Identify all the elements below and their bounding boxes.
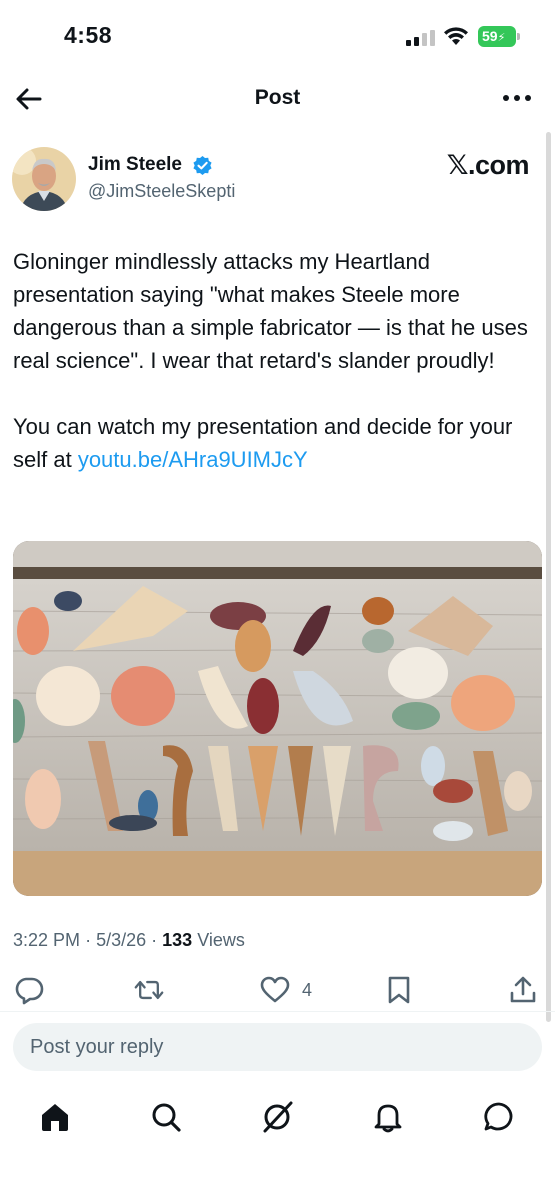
status-bar: 4:58 59⚡ [0, 0, 555, 70]
post-date: 5/3/26 [96, 930, 147, 950]
tab-search[interactable] [149, 1100, 183, 1134]
repost-button[interactable] [134, 972, 164, 1008]
x-logo: 𝕏 [446, 150, 469, 181]
author-handle[interactable]: @JimSteeleSkepti [88, 181, 235, 202]
post-text: Gloninger mindlessly attacks my Heartlan… [13, 245, 543, 476]
repost-icon [134, 980, 164, 1000]
share-icon [510, 976, 536, 1003]
search-icon [152, 1103, 181, 1132]
post-meta: 3:22 PM · 5/3/26 · 133 Views [13, 930, 245, 951]
nav-bar: Post [0, 70, 555, 128]
verified-badge-icon [193, 155, 212, 176]
wifi-icon [444, 27, 468, 45]
messages-icon [484, 1102, 513, 1131]
status-time: 4:58 [64, 22, 113, 48]
charging-bolt-icon: ⚡ [497, 32, 506, 44]
bookmark-button[interactable] [384, 972, 414, 1008]
like-icon [260, 976, 290, 1003]
more-icon[interactable] [501, 84, 533, 112]
home-icon [42, 1104, 68, 1131]
cellular-signal-icon [406, 30, 435, 46]
like-button[interactable]: 4 [260, 972, 312, 1008]
share-button[interactable] [508, 972, 538, 1008]
divider [0, 1011, 555, 1012]
scrollbar[interactable] [546, 132, 551, 1022]
meta-separator: · [85, 930, 92, 950]
views-label: Views [197, 930, 245, 950]
post-link[interactable]: youtu.be/AHra9UIMJcY [78, 447, 308, 472]
reply-button[interactable] [14, 972, 44, 1008]
post-image[interactable] [13, 541, 542, 896]
like-count: 4 [302, 979, 313, 1000]
post-paragraph-1: Gloninger mindlessly attacks my Heartlan… [13, 249, 534, 373]
tab-notifications[interactable] [371, 1100, 405, 1134]
page-title: Post [254, 86, 301, 109]
author-name[interactable]: Jim Steele [88, 154, 182, 176]
views-count: 133 [162, 930, 193, 950]
reply-icon [15, 977, 44, 1005]
bottom-tab-bar [0, 1090, 555, 1150]
post-time: 3:22 PM [13, 930, 81, 950]
reply-input[interactable]: Post your reply [13, 1023, 542, 1071]
notifications-icon [374, 1104, 402, 1133]
tab-home[interactable] [38, 1100, 72, 1134]
grok-icon [263, 1101, 293, 1133]
meta-separator: · [151, 930, 158, 950]
avatar[interactable] [12, 147, 76, 211]
battery-nub [517, 33, 520, 40]
battery-indicator: 59⚡ [478, 26, 520, 47]
brand-suffix: .com [467, 150, 530, 180]
post-actions: 4 [0, 972, 555, 1012]
tab-grok[interactable] [260, 1100, 294, 1134]
bookmark-icon [388, 976, 410, 1004]
brand-watermark: 𝕏.com [446, 150, 530, 181]
tab-messages[interactable] [482, 1100, 516, 1134]
battery-level: 59 [482, 28, 498, 44]
